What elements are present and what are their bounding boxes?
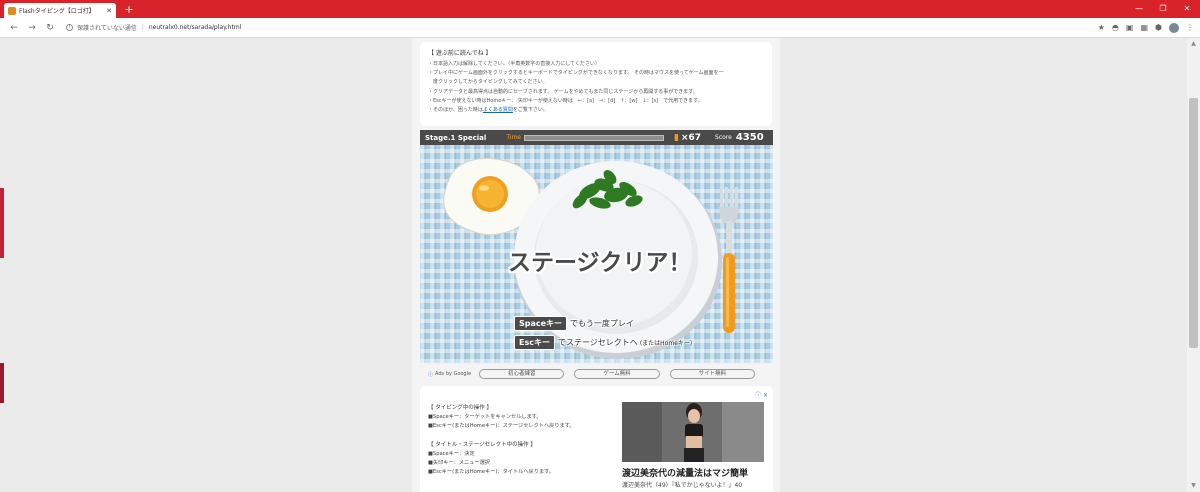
game-hud: Stage.1 Special Time ▮ ×67 Score 4350 <box>420 130 773 145</box>
stage-clear-message: ステージクリア！ <box>508 250 692 276</box>
ad-links-bar: ⓘ Ads by Google 初心者練習 ゲーム無料 サイト無料 <box>420 367 773 381</box>
score-value: 4350 <box>735 132 764 143</box>
notice-line-pre: ・そのほか、困った時は <box>428 107 483 114</box>
address-separator: | <box>141 24 144 31</box>
ad-link-site-free[interactable]: サイト無料 <box>669 369 756 379</box>
left-edge-decoration <box>0 188 4 258</box>
scroll-up-arrow-icon[interactable]: ▲ <box>1187 38 1200 50</box>
time-bar-fill <box>525 135 663 140</box>
ad-body: 渡辺美奈代（49）『私でかじゃないよ！』40 <box>622 482 743 489</box>
notice-title: 【 遊ぶ前に読んでね 】 <box>428 50 492 57</box>
help-item: ■Escキー(またはHomeキー)：ステージセレクトへ戻ります。 <box>428 423 575 430</box>
profile-avatar[interactable] <box>1169 22 1179 33</box>
replay-option-text: でもう一度プレイ <box>570 319 634 328</box>
ad-close-icon[interactable]: ⓘ ✕ <box>755 390 768 399</box>
notice-line: ・Escキーが使えない時はHomeキー、 矢印キーが使えない時は ←：[a] →… <box>428 97 703 104</box>
notice-line-faq: ・そのほか、困った時はよくある質問をご覧下さい。 <box>428 106 764 115</box>
toolbar-right: ★ ◓ ▣ ▦ ⬢ ⋮ <box>1098 22 1194 33</box>
security-label: 保護されていない通信 <box>77 25 137 32</box>
address-bar[interactable]: i 保護されていない通信 | neutralx0.net/sarada/play… <box>60 20 1098 36</box>
page-viewport: 【 遊ぶ前に読んでね 】 ・日本語入力は解除してください。（半角英数字の直接入力… <box>0 38 1187 492</box>
ad-link-game-free[interactable]: ゲーム無料 <box>574 369 660 379</box>
site-favicon-icon <box>8 6 16 15</box>
time-bar <box>524 134 664 141</box>
reload-button[interactable]: ↻ <box>42 20 58 36</box>
game-screen[interactable]: Stage.1 Special Time ▮ ×67 Score 4350 ステ… <box>420 130 773 363</box>
help-box: 【 タイピング中の操作 】 ■Spaceキー：ターゲットをキャンセルします。 ■… <box>420 386 773 492</box>
notice-line: ・プレイ中にゲーム画面外をクリックするとキーボードでタイピングができなくなります… <box>428 70 724 77</box>
tab-title: Flashタイピング【ロゴ打】 <box>19 8 95 15</box>
time-label: Time <box>506 134 521 141</box>
ad-title[interactable]: 渡辺美奈代の減量法はマジ簡単 <box>622 466 748 479</box>
page-scrollbar[interactable]: ▲ ▼ <box>1187 38 1200 492</box>
url-text: neutralx0.net/sarada/play.html <box>148 24 242 31</box>
page-column: 【 遊ぶ前に読んでね 】 ・日本語入力は解除してください。（半角英数字の直接入力… <box>412 38 780 492</box>
left-edge-decoration-lower <box>0 363 4 403</box>
extension-grid-icon[interactable]: ▦ <box>1140 23 1148 32</box>
replay-option: Spaceキー でもう一度プレイ <box>514 316 634 331</box>
tab-close-icon[interactable]: ✕ <box>106 7 112 15</box>
extension-glasses-icon[interactable]: ◓ <box>1112 23 1119 32</box>
faq-link[interactable]: よくある質問 <box>483 107 513 113</box>
notice-line: ・クリアデータと最高得点は自動的にセーブされます。 ゲームをやめてもまた同じステ… <box>428 88 698 95</box>
browser-tab[interactable]: Flashタイピング【ロゴ打】 ✕ <box>4 3 116 18</box>
restore-button[interactable]: ❐ <box>1152 2 1174 16</box>
scrollbar-thumb[interactable] <box>1189 98 1198 348</box>
browser-title-bar: Flashタイピング【ロゴ打】 ✕ + — ❐ ✕ <box>0 0 1200 18</box>
bookmark-star-icon[interactable]: ★ <box>1098 23 1105 32</box>
forward-button[interactable]: → <box>24 20 40 36</box>
notice-line-post: をご覧下さい。 <box>512 107 548 114</box>
score-label: Score <box>715 134 732 141</box>
carrot-icon: ▮ <box>674 132 679 143</box>
scroll-down-arrow-icon[interactable]: ▼ <box>1187 480 1200 492</box>
help-item: ■Escキー(またはHomeキー)：タイトルへ戻ります。 <box>428 469 554 476</box>
adchoices-icon[interactable]: ⓘ <box>428 371 433 378</box>
stage-label: Stage.1 Special <box>425 133 487 142</box>
stage-select-option-note: (またはHomeキー) <box>639 340 693 347</box>
ads-by-label: Ads by Google <box>435 371 472 377</box>
stage-select-option-text: でステージセレクトへ <box>557 338 638 347</box>
esc-key-badge: Escキー <box>514 335 555 350</box>
controls-help: 【 タイピング中の操作 】 ■Spaceキー：ターゲットをキャンセルします。 ■… <box>428 404 606 478</box>
ad-photo <box>622 402 764 462</box>
help-spacer <box>428 432 606 441</box>
tablecloth-background: ステージクリア！ Spaceキー でもう一度プレイ Escキー でステージセレク… <box>420 145 773 363</box>
advertisement[interactable]: ⓘ ✕ 渡辺美奈代の減量法はマジ簡単 渡辺美奈代（49）『私でかじゃないよ！』4 <box>616 390 768 492</box>
ad-link-beginner[interactable]: 初心者練習 <box>479 369 565 379</box>
new-tab-button[interactable]: + <box>122 3 136 16</box>
multiplier-value: ×67 <box>680 132 702 143</box>
extension-doc-icon[interactable]: ▣ <box>1126 23 1134 32</box>
extension-shield-icon[interactable]: ⬢ <box>1155 23 1162 32</box>
close-window-button[interactable]: ✕ <box>1176 2 1198 16</box>
ad-image[interactable] <box>622 402 764 462</box>
minimize-button[interactable]: — <box>1128 2 1150 16</box>
fork-icon <box>719 187 739 333</box>
help-item: ■Spaceキー：ターゲットをキャンセルします。 <box>428 414 542 421</box>
back-button[interactable]: ← <box>6 20 22 36</box>
help-section-title: 【 タイピング中の操作 】 <box>428 405 492 411</box>
info-icon[interactable]: i <box>66 24 73 31</box>
carrot-multiplier: ▮ ×67 <box>674 133 701 143</box>
notice-box: 【 遊ぶ前に読んでね 】 ・日本語入力は解除してください。（半角英数字の直接入力… <box>420 42 772 126</box>
ads-by-google[interactable]: ⓘ Ads by Google <box>428 371 471 378</box>
notice-line: ・日本語入力は解除してください。（半角英数字の直接入力にしてください） <box>428 61 600 67</box>
browser-toolbar: ← → ↻ i 保護されていない通信 | neutralx0.net/sarad… <box>0 18 1200 38</box>
stage-select-option: Escキー でステージセレクトへ (またはHomeキー) <box>514 335 692 350</box>
help-item: ■矢印キー：メニュー選択 <box>428 460 490 467</box>
space-key-badge: Spaceキー <box>514 316 568 331</box>
help-item: ■Spaceキー：決定 <box>428 451 475 458</box>
notice-line: 度クリックしてからタイピングしてみてください。 <box>428 79 548 86</box>
browser-menu-icon[interactable]: ⋮ <box>1186 23 1194 32</box>
help-section-title: 【 タイトル・ステージセレクト中の操作 】 <box>428 441 536 448</box>
